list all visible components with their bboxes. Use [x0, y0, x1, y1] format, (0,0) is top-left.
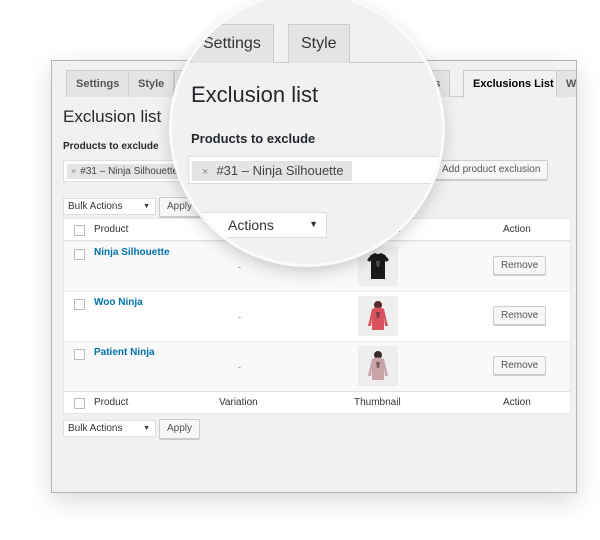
select-all-checkbox-footer[interactable] — [74, 398, 85, 409]
caret-down-icon: ▼ — [143, 203, 150, 210]
magnified-products-label: Products to exclude — [191, 131, 316, 146]
column-footer-product[interactable]: Product — [94, 397, 128, 408]
products-to-exclude-label: Products to exclude — [63, 141, 159, 152]
product-thumbnail — [358, 296, 398, 336]
table-footer: Product Variation Thumbnail Action — [64, 391, 570, 413]
tab-more[interactable]: W — [556, 70, 576, 97]
tab-exclusions-list[interactable]: Exclusions List — [463, 70, 564, 98]
magnified-token-label: #31 – Ninja Silhouette — [216, 163, 344, 178]
page-title: Exclusion list — [63, 107, 162, 126]
magnified-tab-style: Style — [288, 24, 350, 63]
column-footer-thumbnail: Thumbnail — [354, 397, 401, 408]
remove-button[interactable]: Remove — [493, 256, 547, 275]
hoodie-icon — [368, 351, 388, 380]
column-footer-action: Action — [503, 397, 531, 408]
bulk-actions-value: Bulk Actions — [68, 201, 123, 212]
row-checkbox[interactable] — [74, 349, 85, 360]
product-thumbnail — [358, 346, 398, 386]
magnified-page-title: Exclusion list — [191, 82, 319, 107]
column-header-action: Action — [503, 224, 531, 235]
token-label: #31 – Ninja Silhouette — [80, 166, 179, 177]
row-checkbox[interactable] — [74, 299, 85, 310]
column-footer-variation: Variation — [219, 397, 258, 408]
table-row: Patient Ninja - Remove — [64, 341, 570, 391]
magnified-product-input: × #31 – Ninja Silhouette — [188, 156, 442, 184]
row-checkbox[interactable] — [74, 249, 85, 260]
remove-token-icon: × — [202, 166, 209, 178]
table-row: Woo Ninja - Remove — [64, 291, 570, 341]
remove-button[interactable]: Remove — [493, 356, 547, 375]
tab-style[interactable]: Style — [128, 70, 175, 97]
magnified-tab-settings: Settings — [190, 24, 274, 63]
tab-settings[interactable]: Settings — [66, 70, 130, 97]
product-link[interactable]: Woo Ninja — [94, 297, 143, 308]
hoodie-icon — [368, 301, 388, 330]
product-link[interactable]: Patient Ninja — [94, 347, 155, 358]
variation-value: - — [238, 312, 241, 322]
caret-down-icon: ▼ — [143, 425, 150, 432]
caret-down-icon: ▼ — [309, 219, 318, 229]
bulk-actions-select-bottom[interactable]: Bulk Actions ▼ — [63, 420, 156, 437]
remove-button[interactable]: Remove — [493, 306, 547, 325]
column-header-product[interactable]: Product — [94, 224, 128, 235]
bulk-actions-select-top[interactable]: Bulk Actions ▼ — [63, 198, 156, 215]
remove-token-icon[interactable]: × — [71, 166, 76, 176]
product-link[interactable]: Ninja Silhouette — [94, 247, 170, 258]
magnified-token: × #31 – Ninja Silhouette — [192, 161, 352, 181]
magnified-bulk-text: Actions — [228, 217, 274, 233]
variation-value: - — [238, 362, 241, 372]
add-product-exclusion-button[interactable]: Add product exclusion — [434, 160, 549, 180]
magnifier-lens: Settings Style Exclusion list Products t… — [172, 0, 442, 264]
select-all-checkbox[interactable] — [74, 225, 85, 236]
apply-button-bottom[interactable]: Apply — [159, 419, 201, 439]
bulk-actions-value: Bulk Actions — [68, 423, 123, 434]
magnified-bulk-actions: Actions ▼ — [192, 212, 327, 238]
selected-product-token: × #31 – Ninja Silhouette — [67, 164, 185, 179]
